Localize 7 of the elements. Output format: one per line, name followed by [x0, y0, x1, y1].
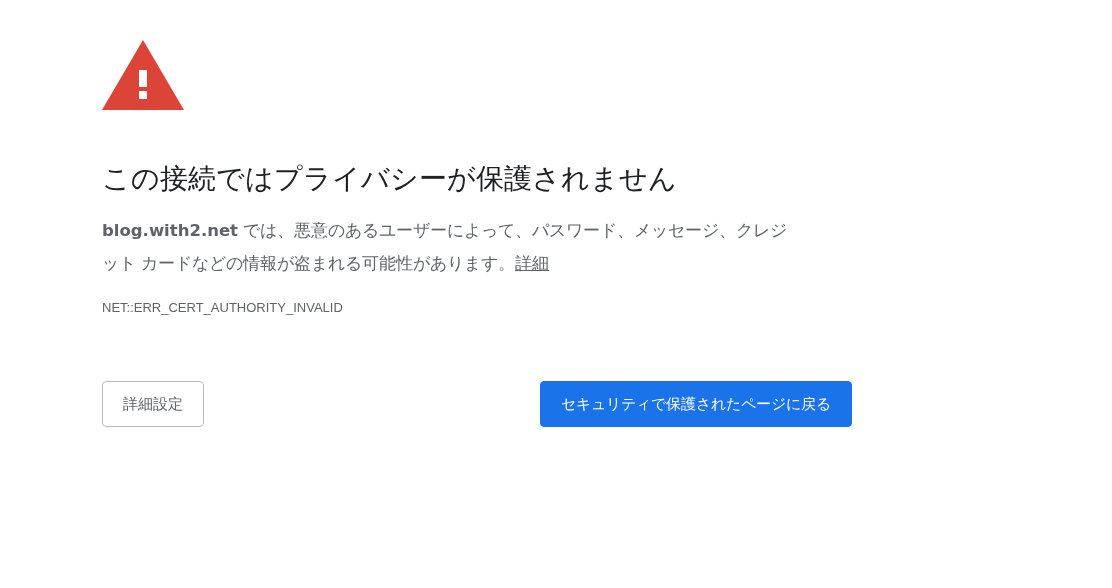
back-to-safety-button[interactable]: セキュリティで保護されたページに戻る [540, 381, 852, 427]
advanced-button[interactable]: 詳細設定 [102, 381, 204, 427]
error-code: NET::ERR_CERT_AUTHORITY_INVALID [102, 300, 344, 315]
warning-message: blog.with2.net では、悪意のあるユーザーによって、パスワード、メッセージ、クレジット カードなどの情報が盗まれる可能性があります。詳細 [102, 220, 789, 275]
details-link[interactable]: 詳細 [515, 254, 550, 273]
page-heading: この接続ではプライバシーが保護されません [102, 161, 678, 197]
warning-icon [102, 40, 184, 110]
